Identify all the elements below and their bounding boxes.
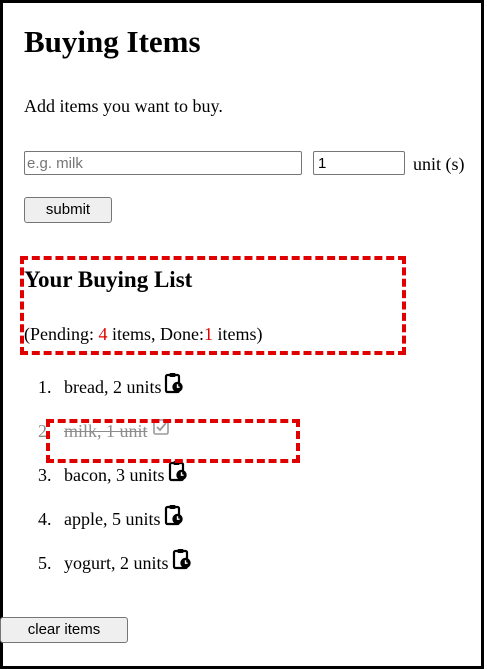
checkbox-checked-icon[interactable]	[151, 416, 171, 438]
list-item[interactable]: 1. bread, 2 units	[38, 372, 192, 418]
pending-count: 4	[98, 324, 108, 344]
clipboard-clock-icon[interactable]	[164, 504, 184, 526]
list-item-number: 4.	[38, 509, 52, 529]
buying-list: 1. bread, 2 units 2. milk, 1 unit 3. bacon, 3…	[38, 372, 192, 594]
page-title: Buying Items	[24, 24, 201, 59]
intro-text: Add items you want to buy.	[24, 96, 223, 116]
list-item-text: yogurt, 2 units	[64, 553, 169, 573]
list-item[interactable]: 4. apple, 5 units	[38, 504, 192, 550]
list-item-number: 5.	[38, 553, 52, 573]
list-item[interactable]: 5. yogurt, 2 units	[38, 548, 192, 594]
list-item-number: 3.	[38, 465, 52, 485]
status-prefix: (Pending:	[24, 324, 99, 344]
list-item[interactable]: 2. milk, 1 unit	[38, 418, 192, 462]
clipboard-clock-icon[interactable]	[168, 460, 188, 482]
clipboard-clock-icon[interactable]	[172, 548, 192, 570]
status-middle: items, Done:	[107, 324, 204, 344]
clear-items-button[interactable]: clear items	[0, 617, 128, 643]
list-heading: Your Buying List	[24, 267, 193, 292]
list-item-text: bread, 2 units	[64, 377, 162, 397]
status-suffix: items)	[213, 324, 263, 344]
quantity-input[interactable]	[313, 151, 405, 175]
item-name-input[interactable]	[24, 151, 302, 175]
list-item-text: apple, 5 units	[64, 509, 161, 529]
done-count: 1	[204, 324, 213, 344]
list-item-text: milk, 1 unit	[64, 421, 148, 441]
unit-label: unit (s)	[413, 154, 465, 174]
submit-button[interactable]: submit	[24, 197, 112, 223]
list-item-text: bacon, 3 units	[64, 465, 165, 485]
list-item-number: 2.	[38, 421, 52, 441]
list-item-number: 1.	[38, 377, 52, 397]
page-frame-right-edge	[481, 0, 484, 669]
list-status: (Pending: 4 items, Done:1 items)	[24, 322, 263, 346]
list-item[interactable]: 3. bacon, 3 units	[38, 460, 192, 506]
clipboard-clock-icon[interactable]	[164, 372, 184, 394]
